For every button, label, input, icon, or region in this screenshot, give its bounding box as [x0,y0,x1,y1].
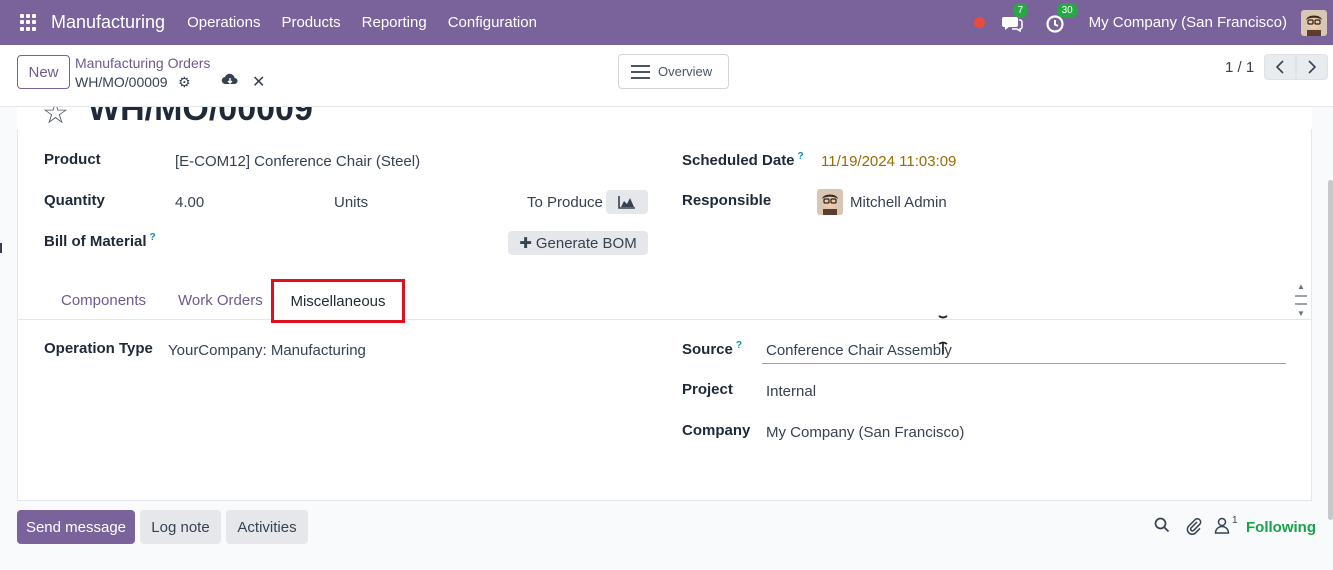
tab-components[interactable]: Components [61,292,146,309]
search-icon[interactable] [1154,517,1170,536]
notebook-tabs: Components Work Orders [17,281,1312,320]
activities-button[interactable]: Activities [226,510,308,544]
operation-type-label: Operation Type [44,340,153,357]
followers-user-icon[interactable] [1214,517,1230,537]
top-navbar: Manufacturing Operations Products Report… [0,0,1333,45]
project-label: Project [682,381,733,398]
forecast-chart-button[interactable] [606,190,648,214]
menu-reporting[interactable]: Reporting [362,14,427,31]
chevron-left-icon [1275,60,1284,74]
send-message-button[interactable]: Send message [17,510,135,544]
company-label: Company [682,422,751,439]
scheduled-date-label: Scheduled Date? [682,151,804,169]
log-note-button[interactable]: Log note [140,510,221,544]
pager-value: 1 / 1 [1225,59,1255,76]
quantity-field[interactable]: 4.00 [175,194,204,211]
generate-bom-button[interactable]: ✚ Generate BOM [508,231,648,255]
page-title-visible: WH/MO/00009 [88,107,313,128]
tabs-scroll-control[interactable]: ▲ ▼ [1294,282,1308,318]
bom-help-icon[interactable]: ? [150,232,156,243]
save-cloud-icon[interactable] [221,71,239,90]
pager-next-button[interactable] [1296,54,1328,80]
pager-previous-button[interactable] [1264,54,1296,80]
chevron-right-icon [1308,60,1317,74]
apps-grid-icon[interactable] [20,13,38,32]
company-switcher[interactable]: My Company (San Francisco) [1089,14,1287,31]
menu-lines-icon [631,64,650,79]
area-chart-icon [618,196,635,209]
breadcrumb-manufacturing-orders[interactable]: Manufacturing Orders [75,55,210,71]
product-field[interactable]: [E-COM12] Conference Chair (Steel) [175,153,420,170]
arrow-down-icon[interactable]: ▼ [1297,309,1305,318]
to-produce-label: To Produce [527,194,603,211]
source-label: Source? [682,340,742,358]
product-label: Product [44,151,101,168]
company-field[interactable]: My Company (San Francisco) [766,424,964,441]
activities-badge: 30 [1056,2,1078,18]
favorite-star-icon[interactable]: ☆ [42,107,69,129]
control-panel: New Manufacturing Orders WH/MO/00009 ⚙ ✕… [0,45,1333,107]
overview-button[interactable]: Overview [618,54,729,89]
overview-label: Overview [658,64,713,79]
activities-clock-icon[interactable]: 30 [1045,2,1078,34]
status-dot-icon[interactable] [973,17,985,28]
edge-marker [0,243,2,253]
tab-work-orders[interactable]: Work Orders [178,292,263,309]
uom-field[interactable]: Units [334,194,368,211]
messages-icon[interactable]: 7 [1001,2,1029,34]
followers-count: 1 [1232,515,1238,526]
responsible-field[interactable]: Mitchell Admin [850,194,947,211]
arrow-up-icon[interactable]: ▲ [1297,282,1305,291]
menu-products[interactable]: Products [281,14,340,31]
operation-type-field[interactable]: YourCompany: Manufacturing [168,342,366,359]
scheduled-date-field[interactable]: 11/19/2024 11:03:09 [821,153,956,170]
bill-of-material-label: Bill of Material? [44,232,156,250]
title-visible-strip: ☆ WH/MO/00009 [0,107,1333,129]
quantity-label: Quantity [44,192,105,209]
tab-miscellaneous[interactable]: Miscellaneous [271,279,405,323]
source-input[interactable]: Conference Chair Assembly [766,342,952,359]
plus-icon: ✚ [519,235,532,252]
project-field[interactable]: Internal [766,383,816,400]
user-avatar[interactable] [1301,9,1327,36]
app-brand[interactable]: Manufacturing [51,12,165,33]
discard-close-icon[interactable]: ✕ [252,72,265,92]
gear-icon[interactable]: ⚙ [178,74,191,91]
navbar-systray: 7 30 My Company (San Francisco) [973,0,1333,45]
responsible-label: Responsible [682,192,772,209]
responsible-avatar [817,189,843,215]
page-scrollbar[interactable] [1328,180,1333,520]
menu-operations[interactable]: Operations [187,14,260,31]
menu-configuration[interactable]: Configuration [448,14,537,31]
messages-badge: 7 [1012,2,1029,18]
source-input-underline [762,363,1286,364]
breadcrumb-current-record: WH/MO/00009 [75,74,168,90]
new-button[interactable]: New [17,55,70,89]
scheduled-date-help-icon[interactable]: ? [798,151,804,162]
text-cursor-icon [938,314,948,354]
source-help-icon[interactable]: ? [736,340,742,351]
following-button[interactable]: Following [1246,519,1316,536]
paperclip-icon[interactable] [1185,517,1203,538]
